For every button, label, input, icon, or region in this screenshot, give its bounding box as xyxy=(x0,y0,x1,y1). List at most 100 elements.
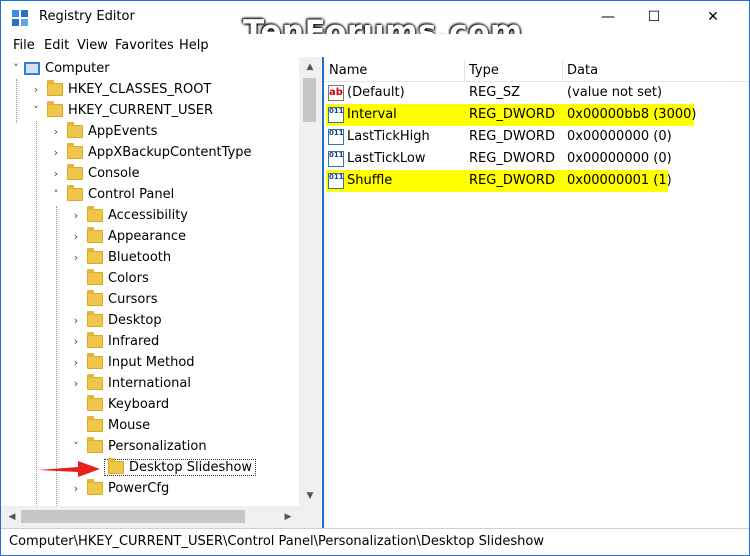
tree-node-accessibility[interactable]: › Accessibility xyxy=(68,205,188,226)
collapse-icon[interactable]: ˅ xyxy=(48,187,64,203)
expand-icon[interactable]: › xyxy=(68,376,84,392)
tree-node-desktop[interactable]: › Desktop xyxy=(68,310,162,331)
value-row-lasttickhigh[interactable]: 011 LastTickHigh REG_DWORD 0x00000000 (0… xyxy=(324,126,749,148)
value-data: 0x00000000 (0) xyxy=(567,151,672,166)
column-header-data[interactable]: Data xyxy=(567,63,598,78)
dword-value-icon: 011 xyxy=(328,151,344,167)
tree-label: AppXBackupContentType xyxy=(88,145,252,160)
column-divider[interactable] xyxy=(464,60,465,82)
tree-node-input-method[interactable]: › Input Method xyxy=(68,352,195,373)
value-row-default[interactable]: ab (Default) REG_SZ (value not set) xyxy=(324,82,749,104)
folder-icon xyxy=(87,269,103,285)
scroll-down-icon[interactable]: ▼ xyxy=(299,486,321,506)
menu-edit[interactable]: Edit xyxy=(44,38,69,53)
folder-icon xyxy=(87,353,103,369)
tree-label: Desktop Slideshow xyxy=(129,460,253,475)
tree-label-selected: Desktop Slideshow xyxy=(104,458,257,476)
scroll-left-icon[interactable]: ◀ xyxy=(1,507,23,527)
tree-horizontal-scrollbar[interactable]: ◀ ▶ xyxy=(1,506,299,528)
tree-node-hkcr[interactable]: › HKEY_CLASSES_ROOT xyxy=(28,79,211,100)
tree-vertical-scrollbar[interactable]: ▲ ▼ xyxy=(299,57,321,506)
tree-label: Control Panel xyxy=(88,187,175,202)
registry-app-icon xyxy=(12,10,28,26)
status-path: Computer\HKEY_CURRENT_USER\Control Panel… xyxy=(9,534,544,549)
key-tree: ˅ Computer › HKEY_CLASSES_ROOT ˅ HKEY_CU… xyxy=(1,57,299,506)
scroll-thumb[interactable] xyxy=(303,78,316,122)
column-divider[interactable] xyxy=(562,60,563,82)
tree-node-desktop-slideshow[interactable]: Desktop Slideshow xyxy=(104,457,257,478)
scroll-thumb[interactable] xyxy=(21,510,245,523)
maximize-icon: ☐ xyxy=(647,9,661,25)
expand-icon[interactable]: › xyxy=(48,166,64,182)
value-name: LastTickHigh xyxy=(347,129,430,144)
tree-node-keyboard[interactable]: Keyboard xyxy=(68,394,169,415)
tree-node-mouse[interactable]: Mouse xyxy=(68,415,150,436)
tree-label: HKEY_CLASSES_ROOT xyxy=(68,82,212,97)
folder-icon xyxy=(87,311,103,327)
dword-value-icon: 011 xyxy=(328,129,344,145)
collapse-icon[interactable]: ˅ xyxy=(28,103,44,119)
string-value-icon: ab xyxy=(328,85,344,101)
expand-icon[interactable]: › xyxy=(68,355,84,371)
tree-label: Infrared xyxy=(108,334,160,349)
expand-icon[interactable]: › xyxy=(68,208,84,224)
value-type: REG_DWORD xyxy=(469,107,555,122)
folder-icon xyxy=(87,416,103,432)
folder-icon xyxy=(87,395,103,411)
tree-node-bluetooth[interactable]: › Bluetooth xyxy=(68,247,171,268)
tree-node-personalization[interactable]: ˅ Personalization xyxy=(68,436,207,457)
tree-node-appearance[interactable]: › Appearance xyxy=(68,226,186,247)
menu-help[interactable]: Help xyxy=(179,38,209,53)
tree-node-hkcu[interactable]: ˅ HKEY_CURRENT_USER xyxy=(28,100,213,121)
folder-icon xyxy=(87,227,103,243)
folder-icon xyxy=(47,101,63,117)
tree-node-colors[interactable]: Colors xyxy=(68,268,149,289)
tree-node-console[interactable]: › Console xyxy=(48,163,140,184)
value-row-shuffle[interactable]: 011 Shuffle REG_DWORD 0x00000001 (1) xyxy=(324,170,749,192)
column-header-type[interactable]: Type xyxy=(469,63,499,78)
menu-favorites[interactable]: Favorites xyxy=(115,38,174,53)
tree-node-international[interactable]: › International xyxy=(68,373,191,394)
expand-icon[interactable]: › xyxy=(68,250,84,266)
value-type: REG_DWORD xyxy=(469,129,555,144)
tree-node-infrared[interactable]: › Infrared xyxy=(68,331,159,352)
value-row-lastticklow[interactable]: 011 LastTickLow REG_DWORD 0x00000000 (0) xyxy=(324,148,749,170)
scroll-right-icon[interactable]: ▶ xyxy=(277,507,299,527)
value-data: 0x00000000 (0) xyxy=(567,129,672,144)
folder-icon xyxy=(67,164,83,180)
collapse-icon[interactable]: ˅ xyxy=(8,61,24,77)
expand-icon[interactable]: › xyxy=(48,124,64,140)
tree-node-appxbackup[interactable]: › AppXBackupContentType xyxy=(48,142,252,163)
close-button[interactable]: ✕ xyxy=(690,1,736,33)
tree-label: Appearance xyxy=(108,229,187,244)
value-data: 0x00000bb8 (3000) xyxy=(567,107,697,122)
close-icon: ✕ xyxy=(707,9,719,25)
tree-node-control-panel[interactable]: ˅ Control Panel xyxy=(48,184,174,205)
tree-node-cursors[interactable]: Cursors xyxy=(68,289,158,310)
menu-file[interactable]: File xyxy=(13,38,35,53)
expand-icon[interactable]: › xyxy=(48,145,64,161)
column-header-name[interactable]: Name xyxy=(329,63,367,78)
expand-icon[interactable]: › xyxy=(68,313,84,329)
folder-icon xyxy=(87,248,103,264)
value-type: REG_DWORD xyxy=(469,151,555,166)
tree-node-appevents[interactable]: › AppEvents xyxy=(48,121,157,142)
minimize-button[interactable]: — xyxy=(585,1,631,33)
expand-icon[interactable]: › xyxy=(68,229,84,245)
expand-icon[interactable]: › xyxy=(68,334,84,350)
tree-label: Input Method xyxy=(108,355,195,370)
title-bar: Registry Editor TenForums.com — ☐ ✕ xyxy=(1,1,749,50)
dword-value-icon: 011 xyxy=(328,107,344,123)
tree-node-computer[interactable]: ˅ Computer xyxy=(8,58,109,79)
collapse-icon[interactable]: ˅ xyxy=(68,439,84,455)
tree-node-powercfg[interactable]: › PowerCfg xyxy=(68,478,169,499)
expand-icon[interactable]: › xyxy=(68,481,84,497)
value-row-interval[interactable]: 011 Interval REG_DWORD 0x00000bb8 (3000) xyxy=(324,104,749,126)
menu-view[interactable]: View xyxy=(77,38,108,53)
scroll-corner xyxy=(299,506,321,528)
computer-icon xyxy=(24,62,40,75)
maximize-button[interactable]: ☐ xyxy=(631,1,677,33)
scroll-up-icon[interactable]: ▲ xyxy=(299,57,321,77)
expand-icon[interactable]: › xyxy=(28,82,44,98)
tree-label: Colors xyxy=(108,271,149,286)
